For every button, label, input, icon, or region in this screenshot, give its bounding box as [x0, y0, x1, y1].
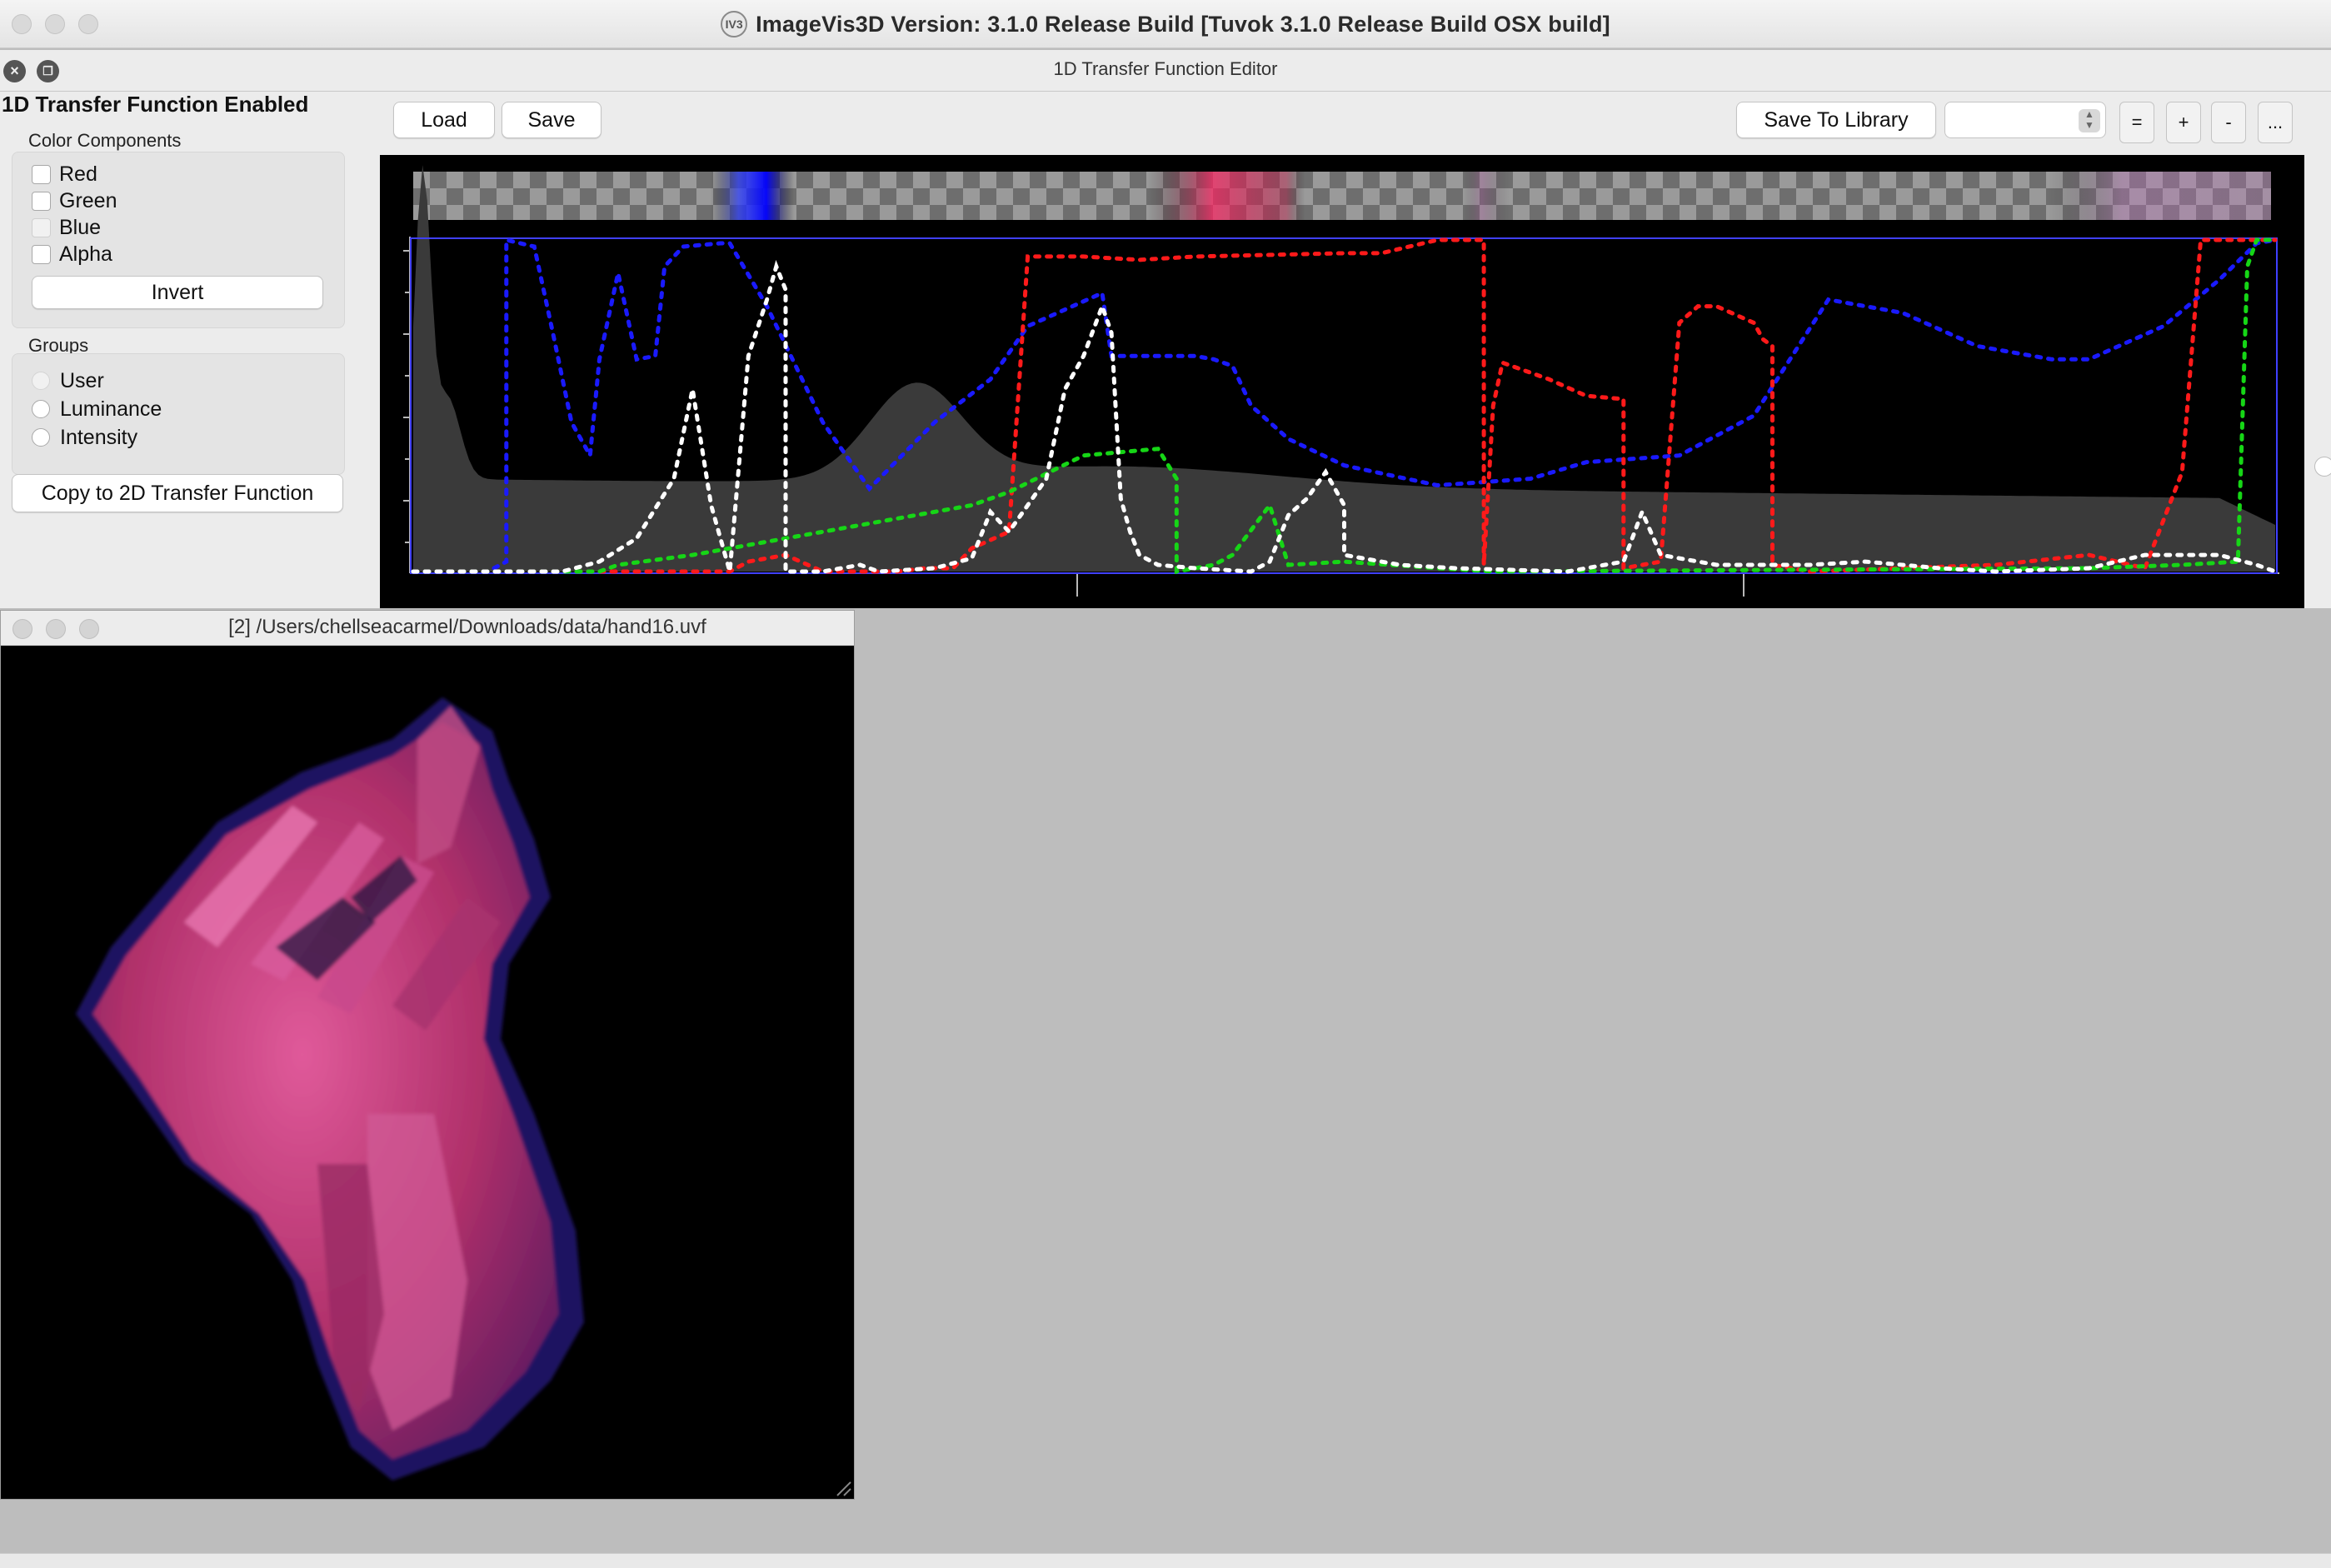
red-checkbox-label: Red [59, 162, 97, 186]
splitter-knob[interactable] [2314, 457, 2331, 477]
plus-button[interactable]: + [2166, 102, 2201, 143]
status-bar [0, 1553, 2331, 1568]
tf-color-bar [413, 172, 2271, 220]
color-components-title: Color Components [28, 130, 182, 151]
save-to-library-button[interactable]: Save To Library [1736, 102, 1936, 138]
intensity-radio-label: Intensity [60, 425, 138, 449]
chevron-updown-icon: ▲ ▼ [2079, 109, 2100, 132]
tf-canvas[interactable] [380, 155, 2304, 608]
equals-button[interactable]: = [2119, 102, 2154, 143]
checkbox-box-icon [32, 244, 51, 264]
render-window-title: [2] /Users/chellseacarmel/Downloads/data… [228, 616, 706, 638]
tf-control-panel: 1D Transfer Function Enabled Color Compo… [0, 92, 380, 608]
imagevis3d-app-icon: IV3 [721, 11, 748, 37]
minus-button[interactable]: - [2211, 102, 2246, 143]
load-button[interactable]: Load [393, 102, 495, 138]
green-checkbox[interactable]: Green [32, 188, 117, 213]
red-checkbox[interactable]: Red [32, 162, 97, 187]
radio-icon [32, 372, 50, 390]
resize-grip-icon[interactable] [836, 1481, 851, 1496]
luminance-radio[interactable]: Luminance [32, 397, 162, 422]
save-button[interactable]: Save [502, 102, 601, 138]
tf-enabled-label: 1D Transfer Function Enabled [2, 92, 309, 117]
render-window: [2] /Users/chellseacarmel/Downloads/data… [0, 610, 855, 1500]
y-axis-ticks [403, 237, 411, 573]
app-titlebar: IV3 ImageVis3D Version: 3.1.0 Release Bu… [0, 0, 2331, 48]
checkbox-box-icon [32, 191, 51, 211]
blue-checkbox[interactable]: Blue [32, 215, 101, 240]
alpha-checkbox-label: Alpha [59, 242, 112, 266]
tf-editor-dock-titlebar: × ❐ 1D Transfer Function Editor [0, 50, 2331, 92]
user-radio[interactable]: User [32, 368, 104, 393]
radio-icon [32, 400, 50, 418]
splitter-handle[interactable] [2304, 92, 2331, 608]
user-radio-label: User [60, 368, 104, 392]
dock-title: 1D Transfer Function Editor [1053, 58, 1278, 79]
app-title: ImageVis3D Version: 3.1.0 Release Build … [756, 11, 1610, 37]
hand-volume-rendering [76, 697, 584, 1481]
copy-to-2d-tf-button[interactable]: Copy to 2D Transfer Function [12, 474, 343, 512]
green-checkbox-label: Green [59, 188, 117, 212]
volume-render-view[interactable] [1, 647, 854, 1499]
invert-button[interactable]: Invert [32, 276, 323, 309]
library-select[interactable]: ▲ ▼ [1944, 102, 2106, 138]
blue-checkbox-label: Blue [59, 215, 102, 239]
checkbox-box-icon [32, 164, 51, 184]
radio-icon [32, 428, 50, 447]
more-button[interactable]: ... [2258, 102, 2293, 143]
render-window-titlebar: [2] /Users/chellseacarmel/Downloads/data… [1, 611, 854, 646]
luminance-radio-label: Luminance [60, 397, 162, 421]
x-axis-ticks [410, 572, 2279, 597]
checkbox-box-icon [32, 217, 51, 237]
intensity-radio[interactable]: Intensity [32, 425, 137, 450]
alpha-checkbox[interactable]: Alpha [32, 242, 112, 267]
